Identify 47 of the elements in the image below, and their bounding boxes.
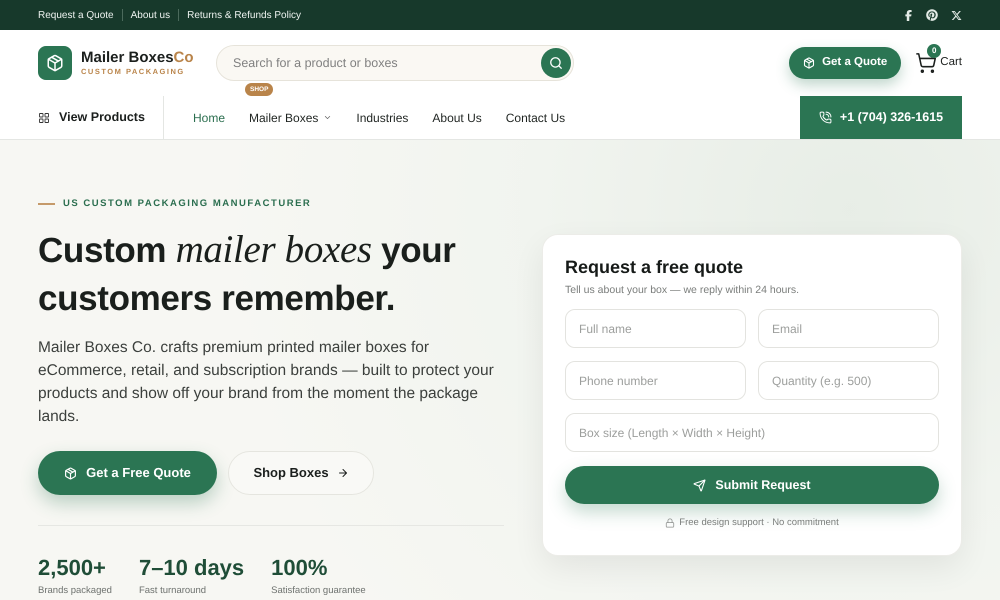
stat-value: 2,500+ — [38, 555, 107, 581]
send-icon — [693, 478, 706, 492]
form-subtitle: Tell us about your box — we reply within 24 hours. — [565, 283, 800, 297]
phone-button[interactable]: +1 (704) 326-1615 — [800, 96, 962, 139]
form-note: Free design support · No commitment — [679, 517, 839, 529]
text-field[interactable]: Phone number — [565, 361, 746, 400]
stat-label: Fast turnaround — [138, 585, 208, 597]
box-icon — [64, 466, 78, 480]
get-quote-button[interactable]: Get a Quote — [789, 47, 902, 79]
stat-value: 100% — [271, 555, 328, 581]
stat-label: Brands packaged — [38, 585, 112, 597]
nav-link[interactable]: About Us — [432, 108, 482, 126]
cart-icon — [915, 52, 938, 74]
nav-link[interactable]: Industries — [356, 108, 408, 126]
top-bar-link[interactable]: Request a Quote — [38, 8, 114, 22]
nav-link[interactable]: Home — [193, 108, 226, 126]
lock-icon — [665, 518, 676, 528]
text-field[interactable]: Email — [758, 309, 939, 348]
top-bar-link[interactable]: Returns & Refunds Policy — [187, 8, 302, 22]
x-logo-icon[interactable] — [951, 10, 962, 20]
grid-icon — [38, 112, 50, 124]
nav-link[interactable]: Mailer Boxes — [249, 108, 332, 126]
free-quote-button[interactable]: Get a Free Quote — [38, 451, 217, 495]
stat-label: Satisfaction guarantee — [271, 585, 366, 597]
submit-button[interactable]: Submit Request — [565, 466, 939, 504]
eyebrow-text: US CUSTOM PACKAGING MANUFACTURER — [63, 197, 312, 211]
shop-boxes-button[interactable]: Shop Boxes — [228, 451, 374, 495]
phone-icon — [818, 111, 832, 124]
view-products-link[interactable]: View Products — [38, 96, 164, 139]
hero-heading: Custom mailer boxes your customers remember. — [38, 227, 457, 320]
facebook-icon[interactable] — [904, 10, 913, 20]
brand-name: Mailer BoxesCo — [81, 49, 194, 67]
hero-description: Mailer Boxes Co. crafts premium printed mailer boxes for eCommerce, retail, and subscription brands — built to protect your products and show off your brand from the moment the package lands. — [38, 338, 495, 427]
top-bar-link[interactable]: About us — [130, 8, 170, 22]
box-logo-icon — [38, 46, 72, 80]
form-title: Request a free quote — [565, 256, 744, 279]
box-icon — [803, 57, 816, 69]
text-field[interactable]: Box size (Length × Width × Height) — [565, 413, 939, 452]
text-field[interactable]: Full name — [565, 309, 746, 348]
search-field[interactable]: Search for a product or boxes — [216, 45, 574, 81]
stat-value: 7–10 days — [138, 555, 244, 581]
nav-link[interactable]: Contact Us — [506, 108, 566, 126]
arrow-right-icon — [336, 467, 349, 479]
cart-count-badge: 0 — [927, 44, 942, 58]
search-icon — [549, 56, 563, 70]
text-field[interactable]: Quantity (e.g. 500) — [758, 361, 939, 400]
pinterest-icon[interactable] — [926, 9, 938, 21]
